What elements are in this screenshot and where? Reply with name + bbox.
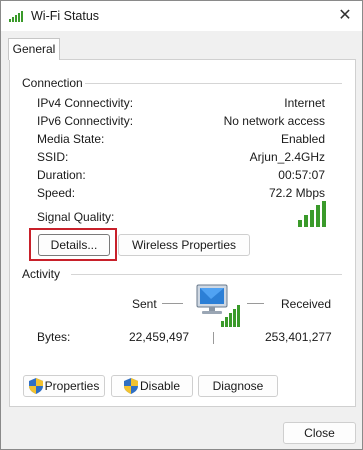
properties-button[interactable]: Properties <box>23 375 105 397</box>
properties-label: Properties <box>44 379 100 393</box>
ssid-value: Arjun_2.4GHz <box>249 150 325 164</box>
speed-value: 72.2 Mbps <box>268 186 325 200</box>
activity-divider <box>71 274 342 275</box>
diagnose-button[interactable]: Diagnose <box>198 375 278 397</box>
disable-button[interactable]: Disable <box>111 375 193 397</box>
details-button[interactable]: Details... <box>38 234 110 256</box>
received-line <box>247 303 264 304</box>
connection-divider <box>85 83 342 84</box>
bytes-received-value: 253,401,277 <box>265 330 332 344</box>
duration-value: 00:57:07 <box>278 168 325 182</box>
media-state-value: Enabled <box>280 132 325 146</box>
bytes-label: Bytes: <box>37 330 71 344</box>
bytes-sent-value: 22,459,497 <box>129 330 190 344</box>
tab-general[interactable]: General <box>8 38 60 60</box>
media-state-label: Media State: <box>37 132 105 146</box>
ipv4-value: Internet <box>284 96 325 110</box>
wireless-properties-button[interactable]: Wireless Properties <box>118 234 250 256</box>
activity-heading: Activity <box>22 267 67 281</box>
disable-label: Disable <box>139 379 181 393</box>
ipv6-value: No network access <box>223 114 325 128</box>
bytes-divider <box>213 332 214 344</box>
wifi-status-window: Wi-Fi Status ✕ General Connection IPv4 C… <box>0 0 363 450</box>
network-computer-icon <box>196 284 240 327</box>
received-label: Received <box>281 297 332 311</box>
ipv6-label: IPv6 Connectivity: <box>37 114 134 128</box>
close-icon[interactable]: ✕ <box>332 5 358 27</box>
sent-line <box>162 303 183 304</box>
speed-label: Speed: <box>37 186 76 200</box>
signal-strength-icon <box>298 201 326 227</box>
window-title: Wi-Fi Status <box>31 9 100 23</box>
ipv4-label: IPv4 Connectivity: <box>37 96 134 110</box>
signal-quality-label: Signal Quality: <box>37 210 115 224</box>
uac-shield-icon <box>123 377 138 394</box>
wifi-signal-icon <box>9 11 23 22</box>
duration-label: Duration: <box>37 168 86 182</box>
connection-heading: Connection <box>22 76 89 90</box>
uac-shield-icon <box>28 377 43 394</box>
ssid-label: SSID: <box>37 150 69 164</box>
title-bar: Wi-Fi Status ✕ <box>1 1 362 31</box>
close-button[interactable]: Close <box>283 422 356 444</box>
sent-label: Sent <box>132 297 157 311</box>
